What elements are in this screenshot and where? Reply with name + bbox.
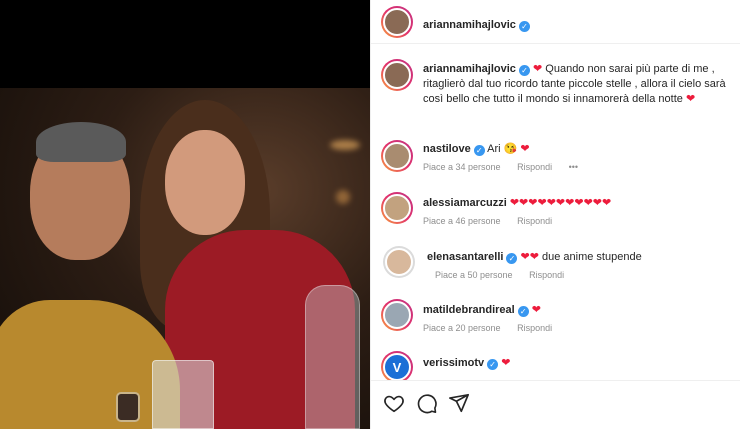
verified-badge-icon: ✓ — [517, 306, 529, 317]
post-actions-bar — [371, 380, 740, 429]
woman-face — [165, 130, 245, 235]
comment-likes[interactable]: Piace a 34 persone — [423, 162, 501, 172]
comment-meta: Piace a 46 persone Rispondi — [423, 214, 731, 229]
reply-button[interactable]: Rispondi — [517, 216, 552, 226]
water-glass — [152, 360, 214, 429]
commenter-avatar[interactable] — [381, 299, 413, 331]
comment-likes[interactable]: Piace a 50 persone — [435, 270, 513, 280]
comment-emojis: ❤ — [501, 357, 511, 369]
author-avatar[interactable] — [381, 6, 413, 38]
comment-emojis: ❤❤❤❤❤❤❤❤❤❤❤ — [509, 197, 612, 209]
comment-emojis: ❤❤ — [520, 251, 539, 263]
post-header: ariannamihajlovic ✓ — [371, 0, 740, 44]
verified-badge-icon: ✓ — [473, 145, 485, 156]
verified-badge-icon: ✓ — [518, 21, 530, 32]
share-icon[interactable] — [448, 392, 470, 414]
commenter-avatar[interactable] — [381, 192, 413, 224]
comment-likes[interactable]: Piace a 46 persone — [423, 216, 501, 226]
reply-button[interactable]: Rispondi — [529, 270, 564, 280]
comment-likes[interactable]: Piace a 20 persone — [423, 323, 501, 333]
comment-text: due anime stupende — [542, 251, 642, 263]
water-bottle — [305, 285, 360, 429]
comment-username[interactable]: verissimotv — [423, 357, 484, 369]
author-avatar[interactable] — [381, 59, 413, 91]
reply-button[interactable]: Rispondi — [517, 323, 552, 333]
wristwatch — [116, 392, 140, 422]
comment-username[interactable]: matildebrandireal — [423, 304, 515, 316]
comment-emojis: 😘 ❤ — [503, 143, 530, 155]
heart-emoji: ❤ — [685, 93, 696, 105]
post-photo[interactable] — [0, 0, 370, 429]
comment-meta: Piace a 34 persone Rispondi ••• — [423, 160, 731, 175]
heart-emoji: ❤ — [533, 63, 543, 75]
verified-badge-icon: ✓ — [506, 253, 518, 264]
background-light — [336, 190, 350, 204]
background-light — [330, 140, 360, 150]
comments-list: ariannamihajlovic ✓ ❤ Quando non sarai pi… — [371, 45, 740, 380]
comment-meta: Piace a 20 persone Rispondi — [423, 321, 731, 336]
verified-badge-icon: ✓ — [487, 359, 499, 370]
verified-badge-icon: ✓ — [518, 65, 530, 76]
comment-username[interactable]: elenasantarelli — [427, 251, 503, 263]
commenter-avatar[interactable]: V — [381, 351, 413, 380]
heart-outline-icon[interactable] — [383, 392, 405, 414]
commenter-avatar[interactable] — [383, 246, 415, 278]
comment-username[interactable]: nastilove — [423, 143, 471, 155]
comment-text: Ari — [487, 143, 501, 155]
comment-emojis: ❤ — [531, 304, 541, 316]
comment-icon[interactable] — [416, 392, 438, 414]
man-hair — [36, 122, 126, 162]
post-side-panel: ariannamihajlovic ✓ ariannamihajlovic ✓ ❤ … — [370, 0, 740, 429]
author-username[interactable]: ariannamihajlovic — [423, 19, 516, 31]
comment-meta: Piace a 50 persone Rispondi — [427, 268, 735, 283]
comment-username[interactable]: alessiamarcuzzi — [423, 197, 507, 209]
reply-button[interactable]: Rispondi — [517, 162, 552, 172]
commenter-avatar[interactable] — [381, 140, 413, 172]
caption-username[interactable]: ariannamihajlovic — [423, 63, 516, 75]
more-options-button[interactable]: ••• — [569, 162, 578, 172]
